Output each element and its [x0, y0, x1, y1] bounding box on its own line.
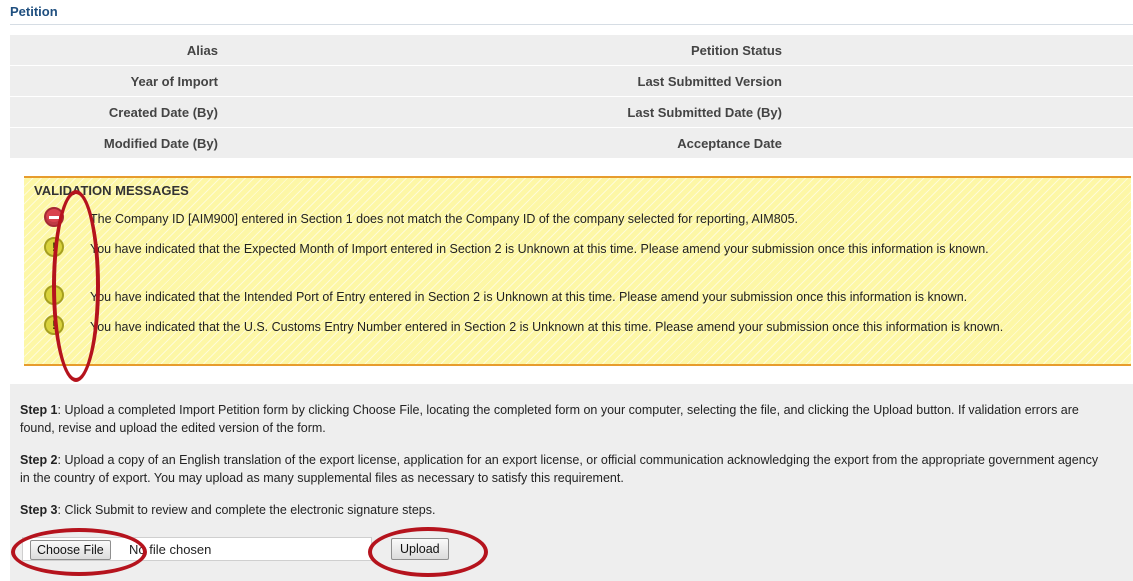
- step-1-body: : Upload a completed Import Petition for…: [20, 403, 1079, 435]
- step-3-label: Step 3: [20, 503, 58, 517]
- title-divider: [10, 24, 1133, 25]
- validation-message-warning: You have indicated that the Intended Por…: [90, 290, 968, 304]
- step-3-body: : Click Submit to review and complete th…: [57, 503, 436, 517]
- acceptance-date-label: Acceptance Date: [677, 136, 782, 151]
- last-submitted-version-label: Last Submitted Version: [637, 74, 782, 89]
- year-of-import-label: Year of Import: [130, 74, 218, 89]
- petition-status-label: Petition Status: [690, 43, 782, 58]
- choose-file-button[interactable]: Choose File: [30, 540, 111, 560]
- modified-date-label: Modified Date (By): [103, 136, 218, 151]
- step-1-text: Step 1: Upload a completed Import Petiti…: [20, 401, 1109, 437]
- step-2-body: : Upload a copy of an English translatio…: [20, 453, 1099, 485]
- file-status-text: No file chosen: [129, 542, 212, 557]
- created-date-label: Created Date (By): [108, 105, 218, 120]
- info-row: Year of Import Last Submitted Version: [10, 66, 1133, 97]
- step-2-label: Step 2: [20, 453, 58, 467]
- validation-message-warning: You have indicated that the U.S. Customs…: [90, 320, 1004, 334]
- validation-message-error: The Company ID [AIM900] entered in Secti…: [90, 212, 799, 226]
- step-2-text: Step 2: Upload a copy of an English tran…: [20, 451, 1109, 487]
- validation-message-warning: You have indicated that the Expected Mon…: [90, 242, 989, 256]
- upload-button[interactable]: Upload: [391, 538, 449, 560]
- step-3-text: Step 3: Click Submit to review and compl…: [20, 501, 1109, 519]
- petition-info-table: Alias Petition Status Year of Import Las…: [10, 35, 1133, 159]
- step-1-label: Step 1: [20, 403, 58, 417]
- validation-messages-panel: VALIDATION MESSAGES The Company ID [AIM9…: [24, 176, 1131, 366]
- section-title: Petition: [10, 4, 58, 19]
- alias-label: Alias: [186, 43, 218, 58]
- info-row: Created Date (By) Last Submitted Date (B…: [10, 97, 1133, 128]
- info-row: Modified Date (By) Acceptance Date: [10, 128, 1133, 159]
- info-row: Alias Petition Status: [10, 35, 1133, 66]
- last-submitted-date-label: Last Submitted Date (By): [627, 105, 782, 120]
- validation-title: VALIDATION MESSAGES: [34, 183, 189, 198]
